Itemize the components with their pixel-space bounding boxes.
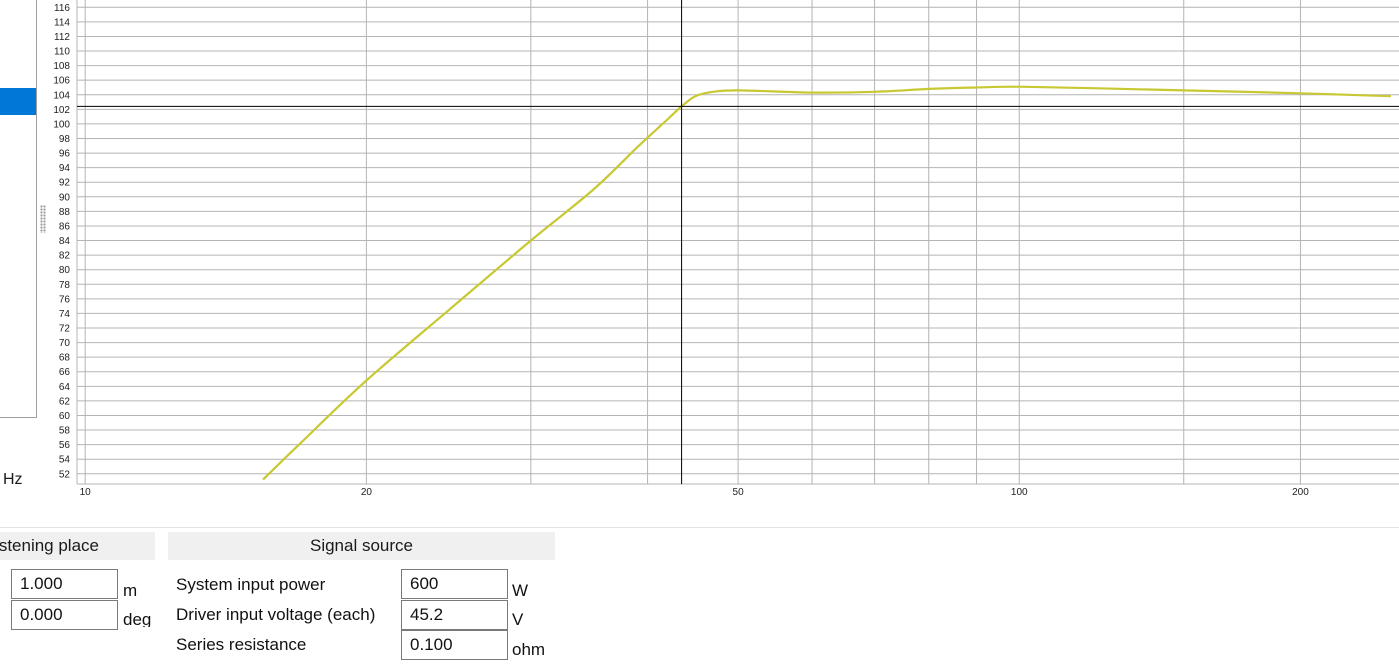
driver-input-voltage-input[interactable] <box>401 600 508 630</box>
y-tick-label: 106 <box>53 76 70 87</box>
y-tick-label: 82 <box>59 251 71 262</box>
y-tick-label: 104 <box>53 90 70 101</box>
y-tick-label: 58 <box>59 426 71 437</box>
system-input-power-unit: W <box>512 581 529 600</box>
listening-place-title: stening place <box>0 536 99 555</box>
series-resistance-input[interactable] <box>401 630 508 660</box>
y-tick-label: 56 <box>59 440 71 451</box>
y-tick-label: 108 <box>53 61 70 72</box>
system-input-power-label: System input power <box>176 575 326 594</box>
y-tick-label: 74 <box>59 309 71 320</box>
y-tick-label: 80 <box>59 265 71 276</box>
x-tick-label: 10 <box>80 487 92 498</box>
listening-place-header: stening place <box>0 532 155 560</box>
driver-input-voltage-label: Driver input voltage (each) <box>176 605 376 624</box>
series-resistance-unit: ohm <box>512 640 546 659</box>
driver-input-voltage-unit: V <box>512 610 524 629</box>
y-tick-label: 66 <box>59 367 71 378</box>
signal-source-header: Signal source <box>168 532 555 560</box>
distance-unit: m <box>123 581 138 600</box>
y-tick-label: 88 <box>59 207 71 218</box>
y-tick-label: 78 <box>59 280 71 291</box>
y-tick-label: 62 <box>59 396 71 407</box>
angle-input[interactable] <box>11 600 118 630</box>
y-tick-label: 86 <box>59 221 71 232</box>
y-tick-label: 64 <box>59 382 71 393</box>
y-tick-label: 52 <box>59 469 71 480</box>
y-tick-label: 90 <box>59 192 71 203</box>
y-tick-label: 76 <box>59 294 71 305</box>
y-tick-label: 84 <box>59 236 71 247</box>
series-resistance-label: Series resistance <box>176 635 307 654</box>
system-input-power-input[interactable] <box>401 569 508 599</box>
spl-response-series-line <box>262 85 1392 481</box>
y-tick-label: 72 <box>59 324 71 335</box>
y-tick-label: 96 <box>59 149 71 160</box>
y-tick-label: 68 <box>59 353 71 364</box>
y-tick-label: 70 <box>59 338 71 349</box>
y-tick-label: 112 <box>54 32 70 43</box>
section-divider <box>0 527 1399 528</box>
x-tick-label: 20 <box>361 487 373 498</box>
y-tick-label: 94 <box>59 163 71 174</box>
y-tick-label: 116 <box>54 3 70 14</box>
y-tick-label: 60 <box>59 411 71 422</box>
x-tick-label: 50 <box>733 487 745 498</box>
y-tick-label: 114 <box>54 17 70 28</box>
y-tick-label: 54 <box>59 455 71 466</box>
spl-frequency-chart[interactable]: 52 54 56 58 60 62 64 66 68 70 72 74 76 78 80 82 84 86 88 90… <box>0 0 1399 505</box>
y-tick-label: 100 <box>53 119 70 130</box>
angle-unit: deg <box>123 610 152 627</box>
x-tick-label: 100 <box>1011 487 1028 498</box>
distance-input[interactable] <box>11 569 118 599</box>
y-tick-label: 102 <box>53 105 70 116</box>
y-tick-label: 98 <box>59 134 71 145</box>
y-tick-label: 110 <box>54 47 70 58</box>
x-tick-label: 200 <box>1292 487 1309 498</box>
y-tick-label: 92 <box>59 178 71 189</box>
